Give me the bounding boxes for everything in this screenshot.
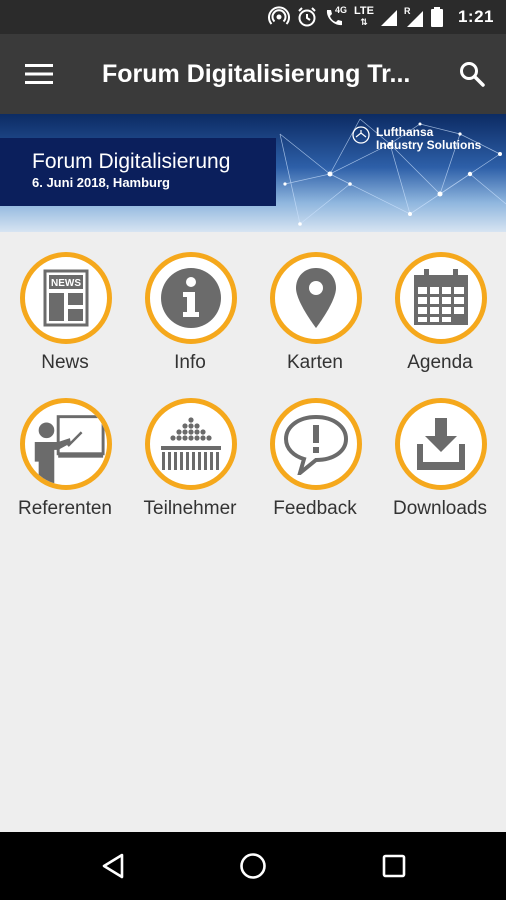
tile-teilnehmer[interactable]: Teilnehmer — [127, 378, 253, 519]
search-icon — [460, 62, 485, 87]
search-button[interactable] — [452, 54, 492, 94]
tile-label: Karten — [287, 352, 343, 373]
home-button[interactable] — [233, 846, 273, 886]
event-banner: Forum Digitalisierung 6. Juni 2018, Hamb… — [0, 114, 506, 232]
tile-agenda[interactable]: Agenda — [377, 232, 503, 373]
roaming-label: R — [403, 6, 411, 16]
recents-square-icon — [382, 854, 406, 878]
calendar-icon-circle — [395, 252, 487, 344]
download-icon-circle — [395, 398, 487, 490]
banner-title: Forum Digitalisierung — [32, 150, 231, 173]
presenter-icon-circle — [20, 398, 112, 490]
map-icon-circle — [270, 252, 362, 344]
status-bar: 4G LTE ⇅ R 1:21 — [0, 0, 506, 34]
volte-call-icon: 4G — [324, 5, 348, 28]
feedback-icon-circle — [270, 398, 362, 490]
lte-label: LTE — [354, 5, 374, 17]
tile-label: News — [41, 352, 89, 373]
tile-info[interactable]: Info — [127, 232, 253, 373]
tile-label: Teilnehmer — [143, 498, 237, 519]
recents-button[interactable] — [374, 846, 414, 886]
speech-bubble-icon — [283, 414, 349, 475]
tile-label: Downloads — [393, 498, 487, 519]
tile-feedback[interactable]: Feedback — [252, 378, 378, 519]
alarm-icon — [298, 7, 316, 27]
crane-logo-icon — [352, 126, 370, 144]
banner-subtitle: 6. Juni 2018, Hamburg — [32, 175, 170, 190]
download-icon — [417, 418, 465, 470]
hotspot-icon — [268, 6, 290, 25]
info-icon-circle — [145, 252, 237, 344]
tile-news[interactable]: NEWS News — [2, 232, 128, 373]
tile-label: Referenten — [17, 498, 112, 519]
audience-icon — [161, 417, 221, 470]
hamburger-menu-icon — [25, 64, 53, 84]
calendar-icon — [414, 269, 468, 325]
home-circle-icon — [240, 853, 266, 879]
tile-label: Info — [174, 352, 206, 373]
tile-label: Feedback — [273, 498, 357, 519]
menu-button[interactable] — [14, 54, 64, 94]
signal-icon — [380, 10, 397, 26]
brand-division: Industry Solutions — [376, 138, 482, 152]
map-pin-icon — [296, 268, 336, 328]
tile-karten[interactable]: Karten — [252, 232, 378, 373]
presenter-icon — [34, 415, 105, 485]
tile-referenten[interactable]: Referenten — [2, 378, 128, 519]
back-triangle-icon — [102, 853, 124, 879]
brand-logo: Lufthansa Industry Solutions — [352, 126, 481, 152]
newspaper-icon: NEWS — [43, 269, 89, 327]
network-type-label: 4G — [335, 5, 348, 15]
app-title: Forum Digitalisierung Tr... — [102, 60, 411, 88]
news-icon-text: NEWS — [51, 278, 81, 289]
roaming-signal-icon: R — [404, 6, 424, 28]
tile-label: Agenda — [407, 352, 473, 373]
info-icon — [161, 268, 221, 328]
tile-downloads[interactable]: Downloads — [377, 378, 503, 519]
back-button[interactable] — [93, 846, 133, 886]
battery-icon — [430, 7, 443, 27]
news-icon-circle: NEWS — [20, 252, 112, 344]
banner-event-box: Forum Digitalisierung 6. Juni 2018, Hamb… — [0, 138, 276, 206]
audience-icon-circle — [145, 398, 237, 490]
app-toolbar: Forum Digitalisierung Tr... — [0, 34, 506, 114]
system-nav-bar — [0, 832, 506, 900]
lte-indicator: LTE ⇅ — [354, 5, 374, 28]
clock: 1:21 — [457, 7, 494, 26]
